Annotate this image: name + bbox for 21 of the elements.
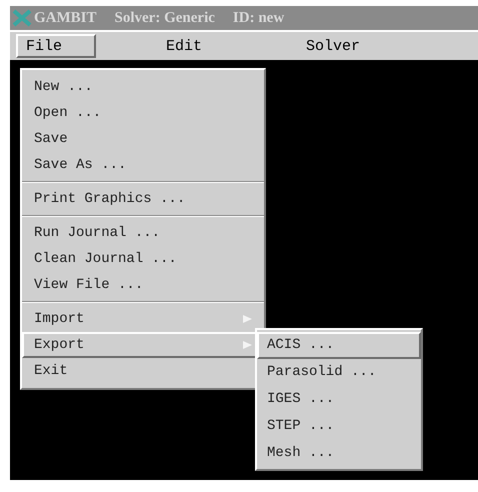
- submenu-item[interactable]: Mesh ...: [257, 440, 421, 467]
- submenu-item[interactable]: Parasolid ...: [257, 359, 421, 386]
- window-title: GAMBIT: [34, 8, 97, 28]
- submenu-item[interactable]: IGES ...: [257, 386, 421, 413]
- menu-item[interactable]: Save: [22, 126, 264, 152]
- menu-item[interactable]: Save As ...: [22, 152, 264, 178]
- submenu-item[interactable]: STEP ...: [257, 413, 421, 440]
- menu-item[interactable]: New ...: [22, 74, 264, 100]
- menu-item[interactable]: Clean Journal ...: [22, 246, 264, 272]
- menu-item[interactable]: Print Graphics ...: [22, 186, 264, 212]
- submenu-item[interactable]: ACIS ...: [257, 332, 421, 359]
- id-label: ID: new: [232, 8, 284, 28]
- menu-bar-item[interactable]: Solver: [296, 34, 376, 58]
- cross-logo-icon: [12, 9, 32, 27]
- menu-item[interactable]: Import: [22, 306, 264, 332]
- menu-item[interactable]: View File ...: [22, 272, 264, 298]
- menu-item[interactable]: Open ...: [22, 100, 264, 126]
- solver-label: Solver: Generic: [114, 8, 215, 28]
- menu-bar-item[interactable]: Edit: [156, 34, 236, 58]
- menu-item[interactable]: Run Journal ...: [22, 220, 264, 246]
- menu-bar-item[interactable]: File: [16, 34, 96, 58]
